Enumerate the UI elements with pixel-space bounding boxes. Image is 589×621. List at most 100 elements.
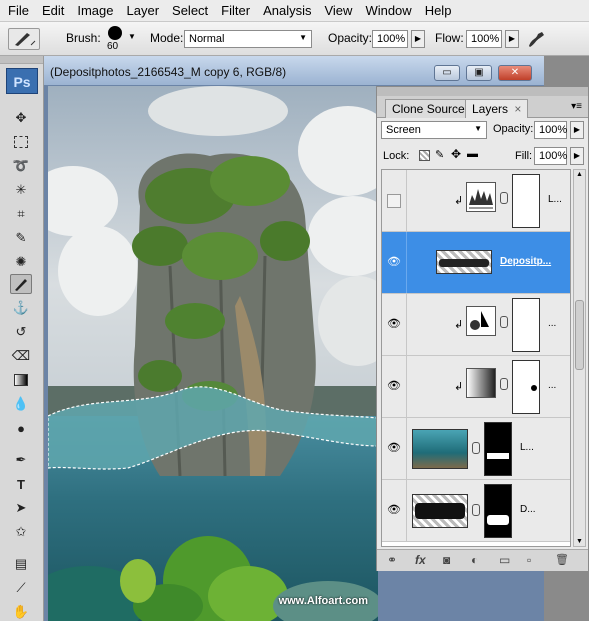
visibility-eye-icon[interactable]: 👁 [386,254,402,270]
scroll-down-icon[interactable]: ▼ [576,538,583,545]
brush-picker[interactable]: 60 [104,26,128,54]
brush-dropdown-icon[interactable]: ▼ [128,32,136,41]
scrollbar-thumb[interactable] [575,300,584,370]
lock-image-icon[interactable]: ✎ [435,148,444,161]
new-layer-icon[interactable]: ▫ [527,553,531,567]
chain-link-icon[interactable] [472,442,480,454]
panel-menu-icon[interactable]: ▾≡ [571,101,582,112]
flow-input[interactable]: 100% [466,30,502,48]
layers-scrollbar[interactable]: ▲ ▼ [573,169,586,547]
flow-slider-button[interactable]: ▶ [505,30,519,48]
delete-layer-icon[interactable]: 🗑 [555,553,569,566]
document-title-bar[interactable]: (Depositphotos_2166543_M copy 6, RGB/8) … [44,56,544,86]
hand-tool-icon[interactable]: ✋ [10,602,32,621]
opacity-input[interactable]: 100% [372,30,408,48]
layer-row[interactable]: 👁 ↲ ... [382,294,570,356]
layer-style-fx-icon[interactable]: fx [415,553,426,567]
close-tab-icon[interactable]: × [514,102,521,116]
layer-opacity-input[interactable]: 100% [534,121,567,139]
layer-name[interactable]: Depositp... [500,256,551,267]
canvas[interactable]: www.Alfoart.com [48,86,378,621]
layer-thumbnail[interactable] [412,429,468,469]
layers-panel-grip[interactable] [377,87,588,96]
menu-edit[interactable]: Edit [42,3,64,18]
blend-mode-select[interactable]: Screen ▼ [381,121,487,139]
chain-link-icon[interactable] [472,504,480,516]
eyedropper-icon[interactable]: ⟋ [10,578,32,598]
chain-link-icon[interactable] [500,192,508,204]
fill-slider-button[interactable]: ▶ [570,147,584,165]
layer-row[interactable]: ↲ L... [382,170,570,232]
gradient-tool-icon[interactable] [10,370,32,390]
marquee-tool-icon[interactable] [10,132,32,152]
layer-row-selected[interactable]: 👁 Depositp... [382,232,570,294]
menu-analysis[interactable]: Analysis [263,3,311,18]
type-tool-icon[interactable]: T [10,474,32,494]
layer-opacity-slider-button[interactable]: ▶ [570,121,584,139]
layer-row[interactable]: 👁 D... [382,480,570,542]
menu-layer[interactable]: Layer [127,3,160,18]
crop-tool-icon[interactable]: ⌗ [10,204,32,224]
move-tool-icon[interactable]: ✥ [10,108,32,128]
layer-row[interactable]: 👁 L... [382,418,570,480]
menu-help[interactable]: Help [425,3,452,18]
mode-select[interactable]: Normal ▼ [184,30,312,48]
maximize-button[interactable]: ▣ [466,65,492,81]
pen-tool-icon[interactable]: ✒ [10,450,32,470]
blur-tool-icon[interactable]: 💧 [10,394,32,414]
visibility-eye-icon[interactable]: 👁 [386,378,402,394]
menu-bar: File Edit Image Layer Select Filter Anal… [0,0,589,22]
minimize-button[interactable]: ▭ [434,65,460,81]
fill-input[interactable]: 100% [534,147,567,165]
scroll-up-icon[interactable]: ▲ [576,171,583,178]
chain-link-icon[interactable] [500,316,508,328]
visibility-eye-icon[interactable]: 👁 [386,316,402,332]
new-group-icon[interactable]: ▭ [499,553,510,567]
tab-clone-source[interactable]: Clone Source [385,99,472,118]
layer-mask-thumbnail[interactable] [484,484,512,538]
magic-wand-tool-icon[interactable]: ✳ [10,180,32,200]
opacity-slider-button[interactable]: ▶ [411,30,425,48]
path-selection-tool-icon[interactable]: ➤ [10,498,32,518]
menu-image[interactable]: Image [77,3,113,18]
layer-thumbnail[interactable] [436,250,492,274]
menu-file[interactable]: File [8,3,29,18]
visibility-toggle-empty[interactable] [387,194,401,208]
lasso-tool-icon[interactable]: ➰ [10,156,32,176]
blend-mode-value: Screen [386,124,421,136]
brush-tool-icon[interactable] [10,274,32,294]
add-mask-icon[interactable]: ◙ [443,553,450,567]
brush-tool-preset-icon[interactable] [8,28,40,50]
visibility-eye-icon[interactable]: 👁 [386,502,402,518]
layer-row[interactable]: 👁 ↲ ... [382,356,570,418]
layer-mask-thumbnail[interactable] [512,298,540,352]
eyedropper-tool-icon[interactable]: ✎ [10,228,32,248]
layer-thumbnail[interactable] [412,494,468,528]
dodge-tool-icon[interactable]: ● [10,418,32,438]
menu-window[interactable]: Window [365,3,411,18]
lock-position-icon[interactable]: ✥ [451,147,461,161]
spot-healing-tool-icon[interactable]: ✺ [10,252,32,272]
link-layers-icon[interactable]: ⚭ [387,553,397,567]
lock-all-icon[interactable]: ▬ [467,148,478,160]
clone-stamp-tool-icon[interactable]: ⚓ [10,298,32,318]
layer-mask-thumbnail[interactable] [512,174,540,228]
lock-transparency-icon[interactable] [419,150,430,161]
airbrush-icon[interactable] [526,28,548,50]
eraser-tool-icon[interactable]: ⌫ [10,346,32,366]
tab-layers[interactable]: Layers × [465,99,529,118]
history-brush-tool-icon[interactable]: ↺ [10,322,32,342]
curves-adjustment-icon [466,306,496,336]
menu-filter[interactable]: Filter [221,3,250,18]
notes-tool-icon[interactable]: ▤ [10,554,32,574]
visibility-eye-icon[interactable]: 👁 [386,440,402,456]
close-button[interactable]: ✕ [498,65,532,81]
layer-mask-thumbnail[interactable] [512,360,540,414]
custom-shape-tool-icon[interactable]: ✩ [10,522,32,542]
tools-panel-grip[interactable] [0,56,43,64]
layer-mask-thumbnail[interactable] [484,422,512,476]
adjustment-layer-icon[interactable]: ◐ [471,553,478,567]
chain-link-icon[interactable] [500,378,508,390]
menu-view[interactable]: View [324,3,352,18]
menu-select[interactable]: Select [172,3,208,18]
